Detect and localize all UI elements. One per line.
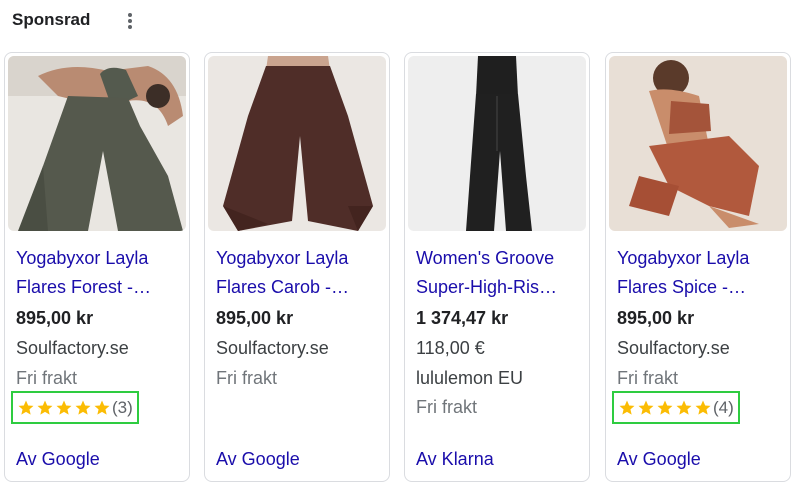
sponsored-header: Sponsrad <box>12 6 90 34</box>
star-icon <box>56 400 72 415</box>
product-price: 1 374,47 kr <box>416 308 509 328</box>
product-alt-price: 118,00 € <box>416 338 485 358</box>
product-title-line-2: Flares Forest -… <box>16 277 152 297</box>
rating-count: (3) <box>112 397 133 417</box>
product-title-line-1: Yogabyxor Layla <box>216 248 349 268</box>
product-title-line-2: Super-High-Ris… <box>416 277 558 297</box>
rating-stars <box>618 399 712 417</box>
product-image-graphic <box>208 56 386 231</box>
product-title-line-2: Flares Spice -… <box>617 277 747 297</box>
product-rating: (3) <box>11 391 139 424</box>
product-shipping: Fri frakt <box>16 368 77 388</box>
product-image-graphic <box>408 56 586 231</box>
product-price: 895,00 kr <box>16 308 94 328</box>
more-options-icon[interactable] <box>120 10 140 32</box>
product-card[interactable]: Women's Groove Super-High-Ris… 1 374,47 … <box>404 52 590 482</box>
product-rating: (4) <box>612 391 740 424</box>
sponsored-title: Sponsrad <box>12 10 91 29</box>
product-title[interactable]: Yogabyxor Layla Flares Spice -… <box>617 244 783 302</box>
shopping-provider-link[interactable]: Av Klarna <box>416 449 494 470</box>
product-seller: Soulfactory.se <box>216 338 329 358</box>
product-title-line-1: Women's Groove <box>416 248 555 268</box>
product-title[interactable]: Yogabyxor Layla Flares Forest -… <box>16 244 182 302</box>
product-card[interactable]: Yogabyxor Layla Flares Forest -… 895,00 … <box>4 52 190 482</box>
product-image[interactable] <box>8 56 186 231</box>
product-price: 895,00 kr <box>216 308 294 328</box>
product-seller: Soulfactory.se <box>617 338 730 358</box>
shopping-provider-link[interactable]: Av Google <box>617 449 701 470</box>
product-card[interactable]: Yogabyxor Layla Flares Carob -… 895,00 k… <box>204 52 390 482</box>
product-shipping: Fri frakt <box>416 397 477 417</box>
product-title[interactable]: Yogabyxor Layla Flares Carob -… <box>216 244 382 302</box>
rating-stars <box>17 399 111 417</box>
star-icon <box>695 400 711 415</box>
shopping-provider-link[interactable]: Av Google <box>216 449 300 470</box>
product-card[interactable]: Yogabyxor Layla Flares Spice -… 895,00 k… <box>605 52 791 482</box>
product-seller: Soulfactory.se <box>16 338 129 358</box>
product-title-line-2: Flares Carob -… <box>216 277 350 297</box>
product-image[interactable] <box>609 56 787 231</box>
product-image[interactable] <box>208 56 386 231</box>
product-image[interactable] <box>408 56 586 231</box>
product-shipping: Fri frakt <box>216 368 277 388</box>
star-icon <box>676 400 692 415</box>
star-icon <box>638 400 654 415</box>
rating-count: (4) <box>713 397 734 417</box>
product-price: 895,00 kr <box>617 308 695 328</box>
star-icon <box>18 400 34 415</box>
product-title[interactable]: Women's Groove Super-High-Ris… <box>416 244 582 302</box>
product-image-graphic <box>8 56 186 231</box>
shopping-provider-link[interactable]: Av Google <box>16 449 100 470</box>
product-carousel: Yogabyxor Layla Flares Forest -… 895,00 … <box>4 52 800 484</box>
product-image-graphic <box>609 56 787 231</box>
star-icon <box>94 400 110 415</box>
product-title-line-1: Yogabyxor Layla <box>16 248 149 268</box>
star-icon <box>619 400 635 415</box>
product-shipping: Fri frakt <box>617 368 678 388</box>
product-seller: lululemon EU <box>416 368 524 388</box>
star-icon <box>75 400 91 415</box>
star-icon <box>657 400 673 415</box>
star-icon <box>37 400 53 415</box>
product-title-line-1: Yogabyxor Layla <box>617 248 750 268</box>
